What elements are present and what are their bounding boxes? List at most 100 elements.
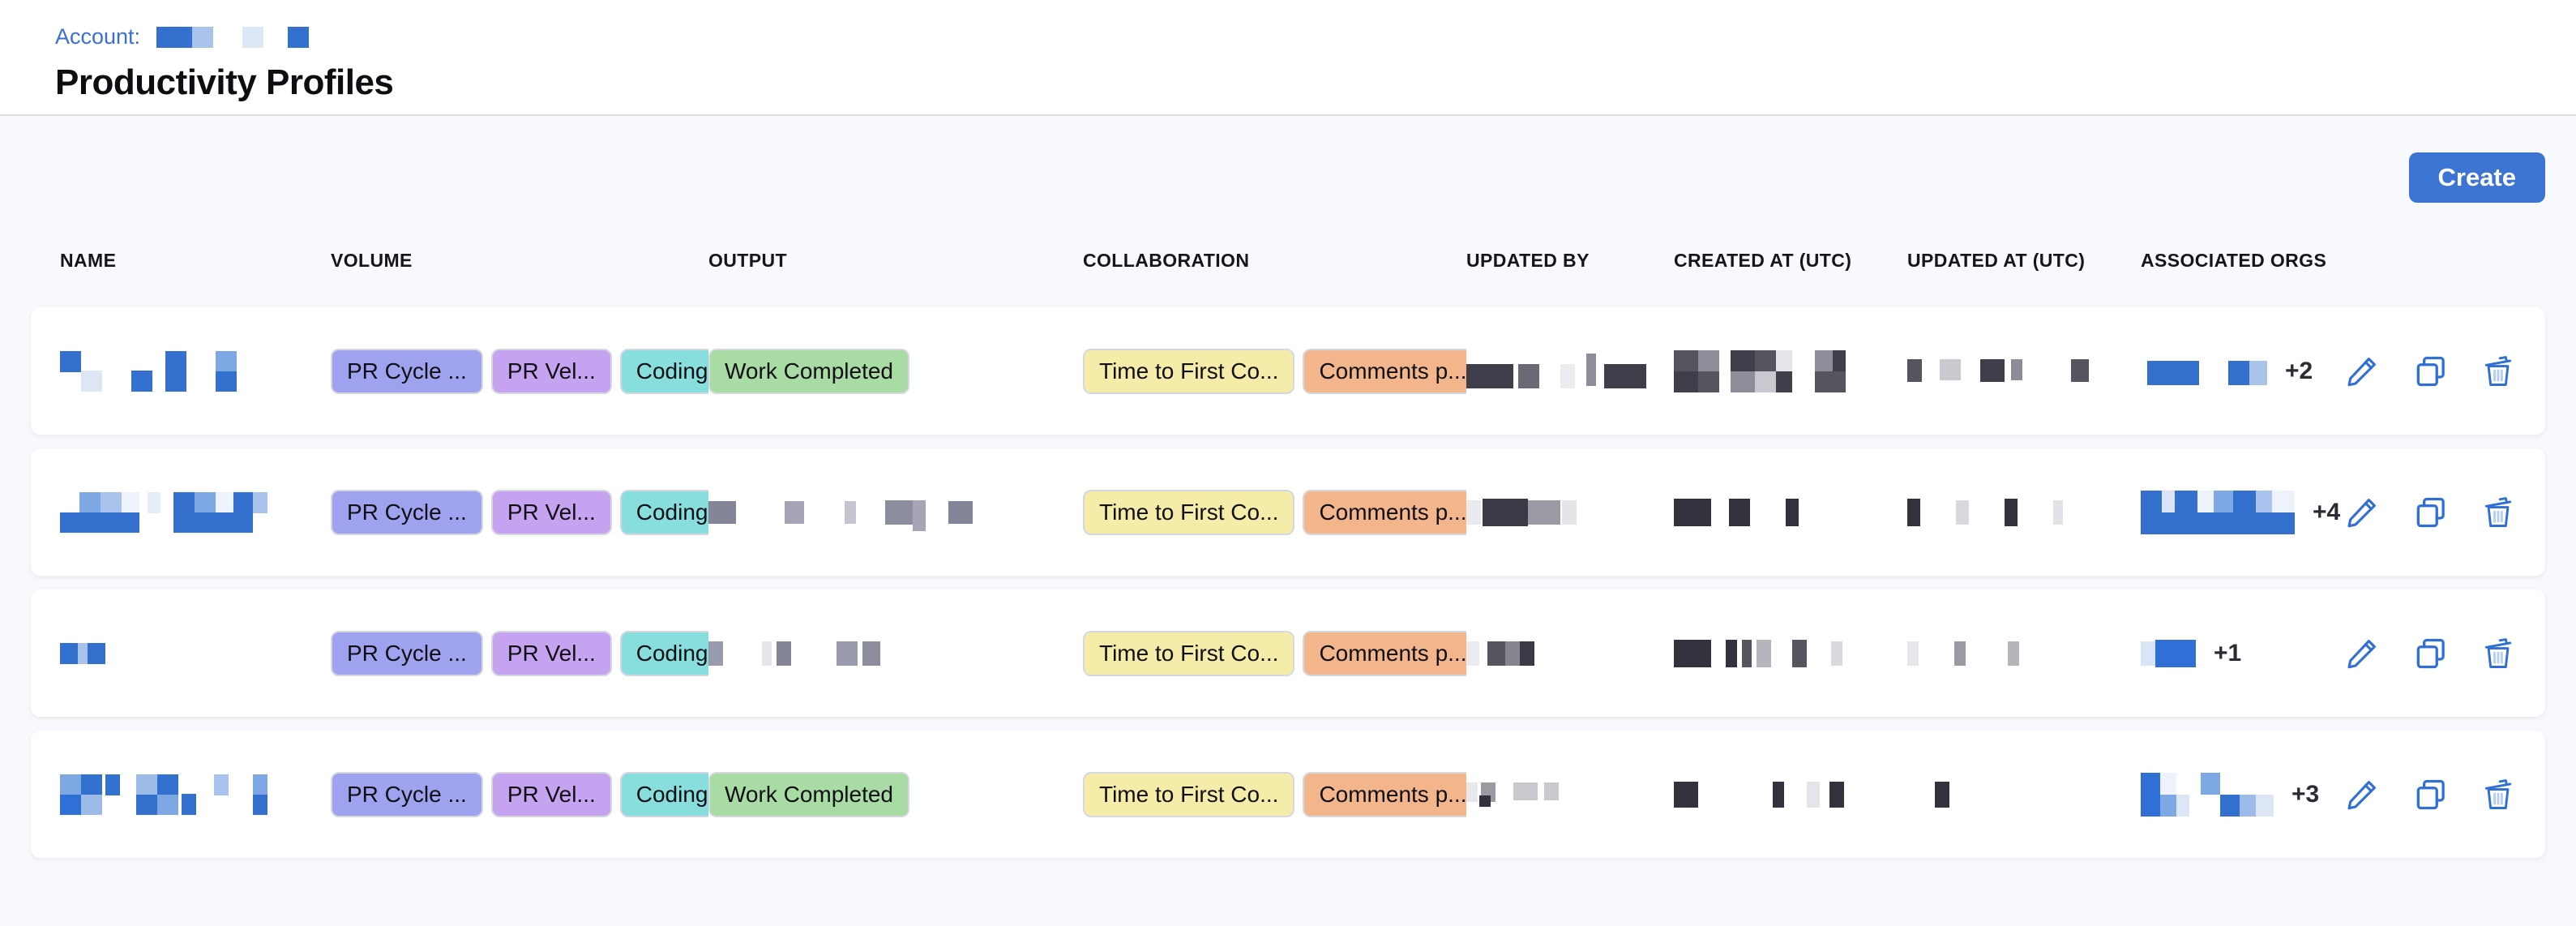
table-row: PR Cycle ...PR Vel...Coding ... Time to … <box>31 448 2545 576</box>
redaction-block <box>1773 782 1784 808</box>
updated-by-cell <box>1466 499 1674 526</box>
delete-button[interactable] <box>2480 494 2517 531</box>
duplicate-button[interactable] <box>2411 353 2449 390</box>
updated-by-redacted <box>1466 499 1577 526</box>
table-row: PR Cycle ...PR Vel...Coding ... Time to … <box>31 589 2545 717</box>
pencil-icon <box>2344 636 2380 671</box>
create-button[interactable]: Create <box>2409 152 2546 203</box>
redaction-block <box>2256 773 2274 817</box>
output-redacted <box>708 641 880 666</box>
updated-by-redacted <box>1466 641 1534 666</box>
created-at-redacted <box>1674 640 1842 667</box>
created-at-cell <box>1674 640 1907 667</box>
orgs-more-count: +1 <box>2214 640 2241 667</box>
redaction-block <box>2160 773 2176 817</box>
redaction-block <box>2162 491 2175 534</box>
pencil-icon <box>2344 777 2380 812</box>
redaction-block <box>1755 350 1776 392</box>
pencil-icon <box>2344 495 2380 530</box>
redaction-block <box>1544 782 1559 800</box>
redaction-block <box>845 501 856 524</box>
redaction-block <box>1487 641 1505 666</box>
associated-orgs-redacted <box>2141 359 2267 384</box>
tag-badge: Time to First Co... <box>1083 490 1294 535</box>
updated-by-cell <box>1466 641 1674 666</box>
redaction-block <box>708 501 736 524</box>
created-at-redacted <box>1674 499 1799 526</box>
updated-at-cell <box>1907 359 2141 384</box>
volume-badges-cell: PR Cycle ...PR Vel...Coding ... <box>331 631 708 676</box>
edit-button[interactable] <box>2343 635 2381 672</box>
collaboration-badges-cell: Time to First Co...Comments p... <box>1083 349 1466 394</box>
duplicate-button[interactable] <box>2411 776 2449 813</box>
duplicate-button[interactable] <box>2411 494 2449 531</box>
orgs-more-count: +2 <box>2285 358 2313 385</box>
delete-button[interactable] <box>2480 353 2517 390</box>
redaction-block <box>2220 773 2240 817</box>
redaction-block <box>2141 773 2160 817</box>
collaboration-badges-cell: Time to First Co...Comments p... <box>1083 631 1466 676</box>
redaction-block <box>1776 350 1792 392</box>
redaction-block <box>156 27 192 48</box>
duplicate-button[interactable] <box>2411 635 2449 672</box>
tag-badge: Coding ... <box>620 349 708 394</box>
column-header-updated-at: UPDATED AT (UTC) <box>1907 250 2141 272</box>
redaction-block <box>1674 640 1711 667</box>
redaction-block <box>1729 499 1750 526</box>
tag-badge: PR Cycle ... <box>331 490 483 535</box>
redaction-block <box>165 351 186 392</box>
redaction-block <box>60 492 79 533</box>
redaction-block <box>2155 640 2196 667</box>
trash-icon <box>2480 495 2516 530</box>
redaction-block <box>60 774 81 815</box>
associated-orgs-cell: +1 <box>2141 640 2343 667</box>
redaction-block <box>1674 350 1698 392</box>
redaction-block <box>148 492 160 513</box>
redaction-block <box>948 501 973 524</box>
redaction-block <box>2071 359 2089 382</box>
redaction-block <box>60 351 81 372</box>
redaction-block <box>79 492 101 533</box>
orgs-more-count: +3 <box>2291 781 2319 808</box>
redaction-block <box>1757 640 1771 667</box>
redaction-block <box>885 500 913 525</box>
tag-badge: Time to First Co... <box>1083 349 1294 394</box>
redaction-block <box>1833 350 1846 392</box>
redaction-block <box>1956 500 1969 525</box>
updated-at-redacted <box>1907 782 1949 808</box>
table-row: PR Cycle ...PR Vel...Coding ... Work Com… <box>31 731 2545 858</box>
updated-by-cell <box>1466 354 1674 389</box>
delete-button[interactable] <box>2480 776 2517 813</box>
redaction-block <box>1466 364 1513 388</box>
tag-badge: PR Cycle ... <box>331 631 483 676</box>
redaction-block <box>2201 773 2220 817</box>
updated-by-redacted <box>1466 354 1646 389</box>
redaction-block <box>157 774 178 815</box>
edit-button[interactable] <box>2343 494 2381 531</box>
profile-name-redacted <box>60 492 267 533</box>
created-at-cell <box>1674 782 1907 808</box>
row-actions <box>2343 635 2517 672</box>
account-label[interactable]: Account: <box>55 24 140 49</box>
redaction-block <box>2147 361 2199 385</box>
redaction-block <box>1907 499 1920 526</box>
updated-at-cell <box>1907 499 2141 526</box>
delete-button[interactable] <box>2480 635 2517 672</box>
edit-button[interactable] <box>2343 353 2381 390</box>
page-header: Account: Productivity Profiles <box>0 0 2576 116</box>
account-line: Account: <box>55 24 2576 49</box>
redaction-block <box>1466 500 1481 525</box>
profile-name-cell <box>60 643 331 664</box>
redaction-block <box>233 492 253 533</box>
volume-badges-cell: PR Cycle ...PR Vel...Coding ... <box>331 490 708 535</box>
redaction-block <box>2141 491 2162 534</box>
redaction-block <box>2053 500 2063 525</box>
redaction-block <box>1479 795 1491 807</box>
collaboration-badges-cell: Time to First Co...Comments p... <box>1083 490 1466 535</box>
associated-orgs-redacted <box>2141 773 2274 817</box>
redaction-block <box>136 774 157 815</box>
tag-badge: Comments p... <box>1303 772 1466 817</box>
redaction-block <box>1954 641 1966 666</box>
edit-button[interactable] <box>2343 776 2381 813</box>
updated-at-cell <box>1907 641 2141 666</box>
